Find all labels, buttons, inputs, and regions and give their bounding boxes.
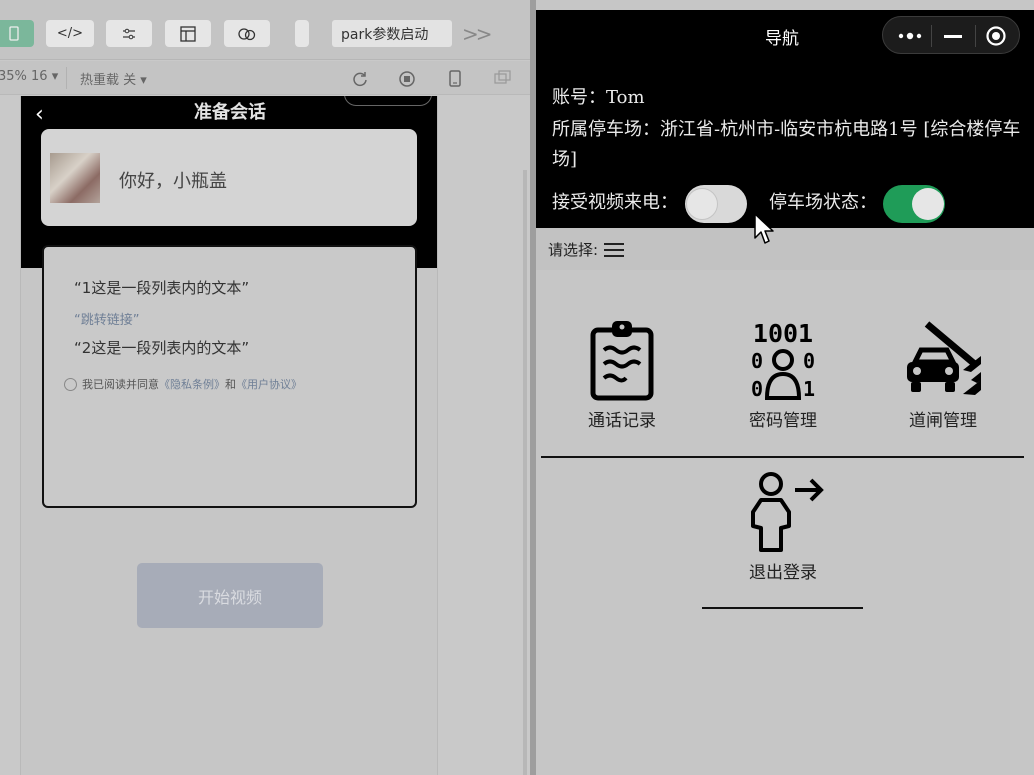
ide-panel: </> park参数启动 >> 35% 16 ▾ 热重载 关 ▾ ‹ 准备会话 — [0, 0, 530, 775]
agree-radio[interactable] — [64, 377, 77, 391]
grid-item-barrier[interactable]: 道闸管理 — [883, 318, 1003, 431]
grid-item-logout[interactable]: 退出登录 — [723, 470, 843, 583]
grid-item-label: 通话记录 — [588, 411, 656, 431]
code-editor-button[interactable]: </> — [46, 20, 94, 47]
grid-item-label: 退出登录 — [749, 563, 817, 583]
divider-line — [541, 456, 1024, 458]
phone-icon[interactable] — [448, 70, 462, 88]
clipboard-icon — [590, 321, 654, 401]
jump-link[interactable]: “跳转链接” — [74, 309, 139, 328]
scrollbar[interactable] — [523, 170, 527, 775]
barrier-gate-car-icon — [907, 321, 981, 395]
window-icon[interactable] — [494, 70, 512, 86]
capsule-divider — [931, 25, 932, 47]
page-title: 准备会话 — [194, 102, 266, 123]
cloud-icon — [238, 27, 256, 40]
user-agreement-link[interactable]: 《用户协议》 — [236, 376, 302, 392]
divider-line — [702, 607, 863, 609]
list-item: “1这是一段列表内的文本” — [74, 279, 250, 297]
grid-item-label: 道闸管理 — [909, 411, 977, 431]
debugger-button[interactable] — [106, 20, 152, 47]
toggle-knob — [686, 188, 718, 220]
phone-icon — [9, 25, 19, 41]
cloud-button[interactable] — [224, 20, 270, 47]
agreement-row: 我已阅读并同意 《隐私条例》 和 《用户协议》 — [64, 376, 302, 392]
simulator-toggle-button[interactable] — [0, 20, 34, 47]
svg-text:1: 1 — [803, 377, 815, 401]
more-icon[interactable] — [897, 29, 923, 43]
layout-button[interactable] — [165, 20, 211, 47]
lot-status-toggle[interactable] — [883, 185, 945, 223]
lot-status-label: 停车场状态： — [769, 192, 877, 213]
sliders-icon — [123, 28, 135, 39]
project-select[interactable]: park参数启动 — [332, 20, 452, 47]
parking-lot-info: 所属停车场：浙江省-杭州市-临安市杭电路1号 [综合楼停车场] — [552, 119, 1021, 170]
minimize-icon[interactable] — [943, 29, 963, 43]
video-call-toggle[interactable] — [685, 185, 747, 223]
refresh-icon[interactable] — [351, 70, 369, 88]
avatar — [50, 153, 100, 203]
app-screen: 导航 账号：Tom 所属停车场：浙江省-杭州市-临安市杭电路1号 [综合楼停车场… — [536, 0, 1034, 775]
start-video-button[interactable]: 开始视频 — [137, 563, 323, 628]
account-info: 账号：Tom — [552, 87, 645, 108]
zoom-select[interactable]: 35% 16 ▾ — [0, 69, 58, 84]
svg-text:0: 0 — [751, 377, 763, 401]
simulator-screen: ‹ 准备会话 你好，小瓶盖 “1这是一段列表内的文本” “跳转链接” “2这是一… — [20, 96, 438, 775]
binary-person-icon: 1001 0 0 0 1 — [751, 319, 815, 401]
capsule-divider — [975, 25, 976, 47]
simulator-header: ‹ 准备会话 你好，小瓶盖 — [21, 96, 437, 268]
svg-text:1001: 1001 — [753, 319, 813, 348]
greeting-text: 你好，小瓶盖 — [119, 171, 227, 192]
agree-and: 和 — [225, 378, 236, 391]
layout-icon — [180, 25, 196, 42]
navigation-header: 导航 账号：Tom 所属停车场：浙江省-杭州市-临安市杭电路1号 [综合楼停车场… — [536, 10, 1034, 228]
video-call-label: 接受视频来电： — [552, 192, 678, 213]
menu-icon[interactable] — [604, 243, 624, 257]
stop-icon[interactable] — [398, 70, 416, 88]
toolbar-divider — [66, 67, 67, 89]
close-target-icon[interactable] — [985, 25, 1007, 47]
mouse-cursor-icon — [754, 213, 774, 244]
ide-toolbar: </> park参数启动 >> — [0, 0, 530, 60]
select-bar[interactable]: 请选择: — [536, 228, 1034, 270]
grid-item-call-records[interactable]: 通话记录 — [562, 318, 682, 431]
logout-person-icon — [751, 472, 824, 552]
capsule-menu — [882, 16, 1020, 54]
svg-text:0: 0 — [803, 349, 815, 373]
chevrons-right-icon[interactable]: >> — [462, 22, 492, 46]
code-icon: </> — [56, 26, 84, 41]
grid-item-password[interactable]: 1001 0 0 0 1 密码管理 — [723, 318, 843, 431]
toggle-knob — [912, 188, 944, 220]
agree-prefix: 我已阅读并同意 — [82, 378, 159, 391]
list-card: “1这是一段列表内的文本” “跳转链接” “2这是一段列表内的文本” 我已阅读并… — [42, 245, 417, 508]
grid-item-label: 密码管理 — [749, 411, 817, 431]
hot-reload-select[interactable]: 热重载 关 ▾ — [80, 69, 147, 88]
svg-text:0: 0 — [751, 349, 763, 373]
list-item: “2这是一段列表内的文本” — [74, 339, 250, 357]
select-label: 请选择: — [548, 241, 599, 259]
greeting-card: 你好，小瓶盖 — [41, 129, 417, 226]
simulator-toolbar: 35% 16 ▾ 热重载 关 ▾ — [0, 61, 530, 95]
toolbar-spacer-button[interactable] — [295, 20, 309, 47]
privacy-link[interactable]: 《隐私条例》 — [159, 376, 225, 392]
